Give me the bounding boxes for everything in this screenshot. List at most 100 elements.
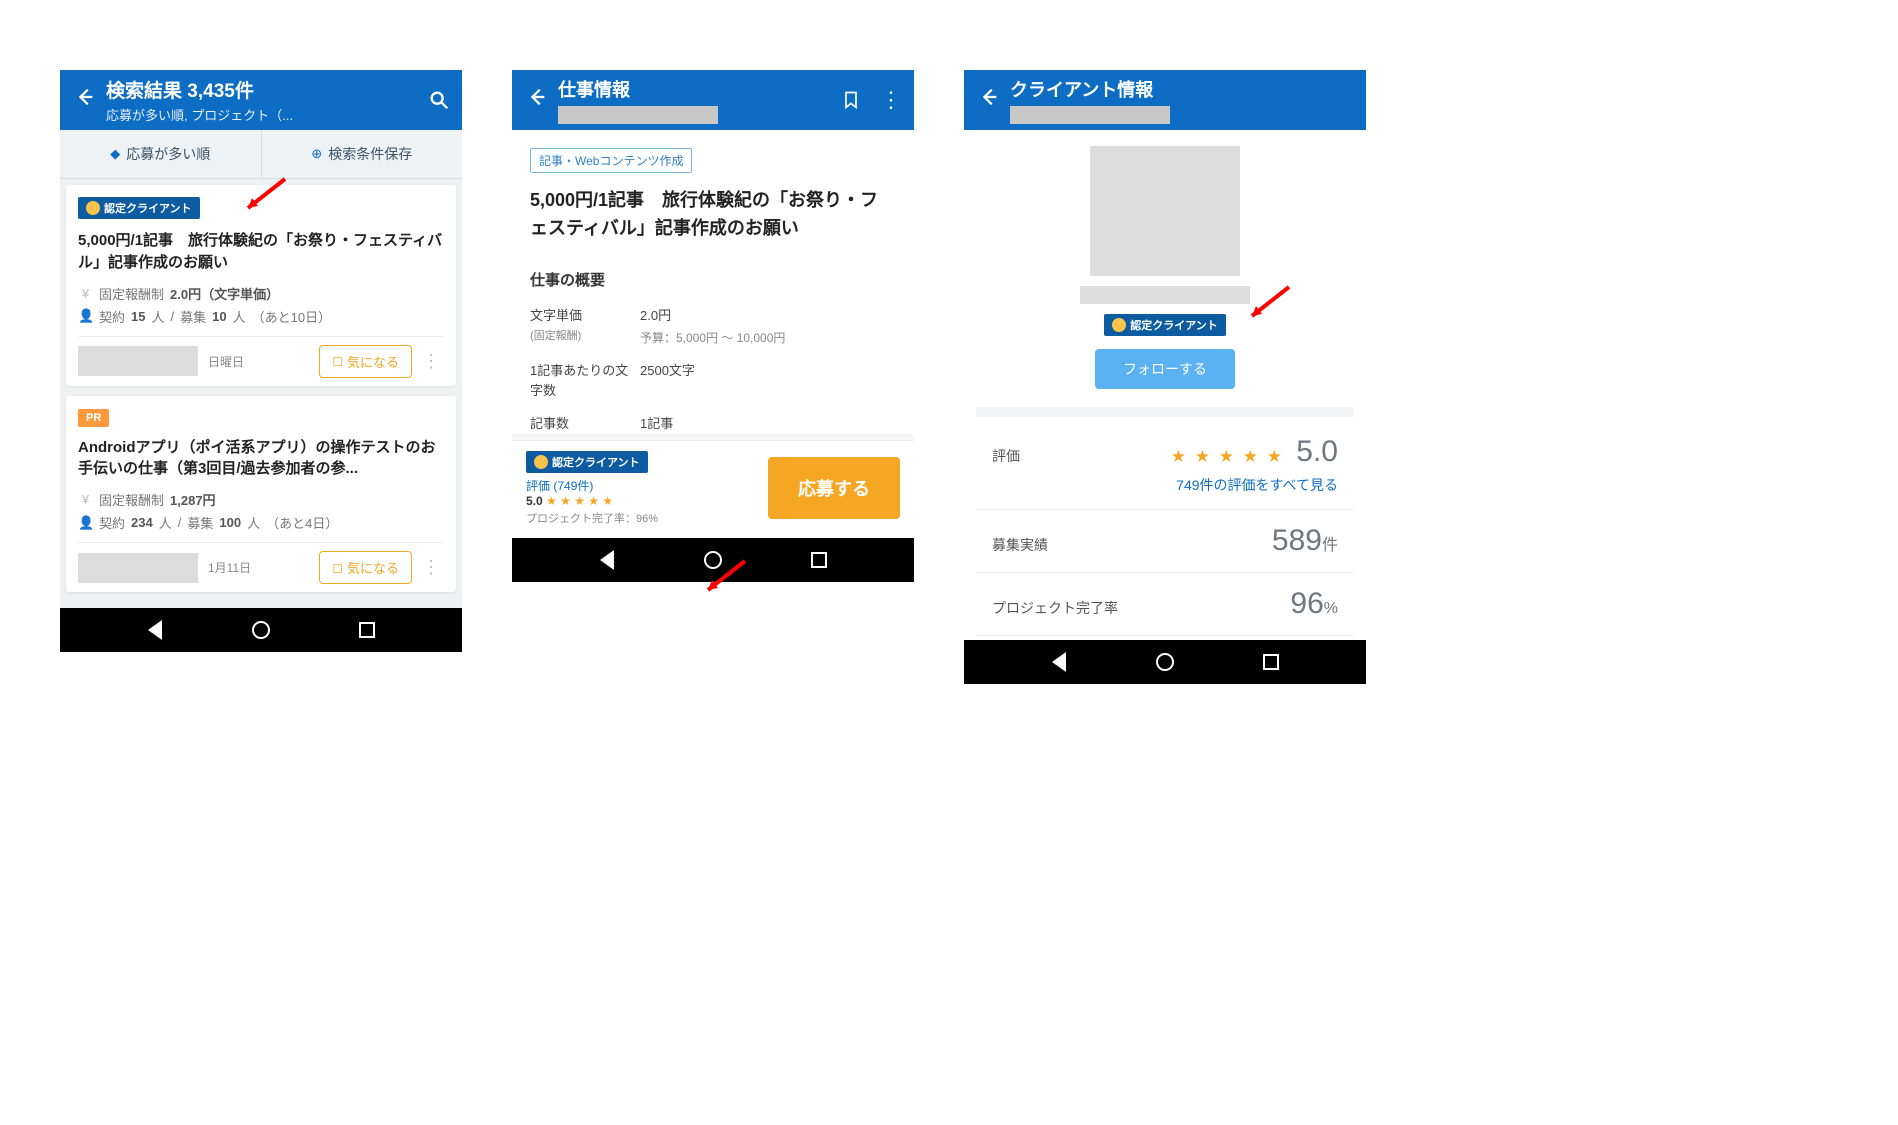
nav-back-icon[interactable]	[144, 619, 166, 641]
nav-home-icon[interactable]	[702, 549, 724, 571]
person-icon: 👤	[78, 515, 93, 531]
favorite-button[interactable]: ◻ 気になる	[319, 551, 412, 584]
pr-badge: PR	[78, 409, 109, 427]
person-icon: 👤	[78, 308, 93, 324]
recruit-count: 10	[212, 309, 226, 324]
spec-value: 2500文字	[640, 361, 896, 400]
bookmark-icon[interactable]	[838, 87, 864, 113]
all-reviews-link[interactable]: 749件の評価をすべて見る	[992, 475, 1338, 495]
contract-label: 契約	[99, 307, 125, 326]
plus-circle-icon: ⊕	[311, 146, 322, 162]
price-row: ¥ 固定報酬制 1,287円	[78, 490, 444, 509]
more-icon[interactable]: ⋮	[418, 557, 444, 578]
header-title-block: 検索結果 3,435件 応募が多い順, プロジェクト（...	[100, 76, 426, 124]
android-navbar	[512, 538, 914, 582]
results-list: 認定クライアント 5,000円/1記事 旅行体験紀の「お祭り・フェスティバル」記…	[60, 179, 462, 608]
nav-recent-icon[interactable]	[808, 549, 830, 571]
nav-recent-icon[interactable]	[356, 619, 378, 641]
more-icon[interactable]: ⋮	[418, 351, 444, 372]
category-tag[interactable]: 記事・Webコンテンツ作成	[530, 148, 692, 173]
back-icon[interactable]	[70, 86, 100, 115]
result-card[interactable]: PR Androidアプリ（ポイ活系アプリ）の操作テストのお手伝いの仕事（第3回…	[66, 396, 456, 593]
android-navbar	[964, 640, 1366, 684]
search-icon[interactable]	[426, 87, 452, 113]
recruit-row: 👤 契約 234 人 / 募集 100 人 （あと4日）	[78, 513, 444, 532]
completion-rate: プロジェクト完了率：96%	[526, 510, 754, 526]
rating-score: 5.0	[1296, 435, 1338, 468]
stat-recruited: 募集実績 589件	[976, 510, 1354, 573]
back-icon[interactable]	[522, 86, 552, 115]
stat-completion: プロジェクト完了率 96%	[976, 573, 1354, 636]
nav-recent-icon[interactable]	[1260, 651, 1282, 673]
sort-icon: ◆	[110, 146, 120, 162]
bookmark-icon: ◻	[332, 353, 343, 369]
price-label: 固定報酬制	[99, 490, 164, 509]
sort-button[interactable]: ◆ 応募が多い順	[60, 130, 262, 178]
more-icon[interactable]: ⋮	[878, 87, 904, 113]
follow-button[interactable]: フォローする	[1095, 349, 1235, 389]
job-title: Androidアプリ（ポイ活系アプリ）の操作テストのお手伝いの仕事（第3回目/過…	[78, 437, 444, 481]
spec-sublabel: (固定報酬)	[530, 330, 581, 342]
post-date: 1月11日	[208, 559, 251, 576]
back-icon[interactable]	[974, 86, 1004, 115]
badge-label: 認定クライアント	[104, 200, 192, 216]
badge-icon	[1112, 318, 1126, 332]
spec-label: 文字単価	[530, 308, 582, 323]
spec-row-charcount: 1記事あたりの文字数 2500文字	[530, 361, 896, 400]
spec-label: 記事数	[530, 414, 640, 434]
stat-label: 募集実績	[992, 535, 1048, 555]
job-title: 5,000円/1記事 旅行体験紀の「お祭り・フェスティバル」記事作成のお願い	[78, 230, 444, 274]
favorite-button[interactable]: ◻ 気になる	[319, 345, 412, 378]
header-subtitle-masked	[1010, 106, 1170, 124]
yen-icon: ¥	[78, 286, 93, 301]
client-thumb	[78, 346, 198, 376]
client-thumb	[78, 553, 198, 583]
client-mini[interactable]: 認定クライアント 評価 (749件) 5.0 ★ ★ ★ ★ ★ プロジェクト完…	[526, 451, 754, 526]
certified-client-badge: 認定クライアント	[78, 197, 200, 219]
action-bar: 認定クライアント 評価 (749件) 5.0 ★ ★ ★ ★ ★ プロジェクト完…	[512, 440, 914, 538]
avatar	[1090, 146, 1240, 276]
stars-icon: ★ ★ ★ ★ ★	[1171, 447, 1284, 466]
rating-link[interactable]: 評価 (749件)	[526, 477, 754, 494]
certified-client-badge: 認定クライアント	[1104, 314, 1226, 336]
yen-icon: ¥	[78, 492, 93, 507]
nav-back-icon[interactable]	[1048, 651, 1070, 673]
header-subtitle: 応募が多い順, プロジェクト（...	[106, 105, 426, 124]
badge-icon	[86, 201, 100, 215]
card-footer: 1月11日 ◻ 気になる ⋮	[78, 542, 444, 584]
job-body: 記事・Webコンテンツ作成 5,000円/1記事 旅行体験紀の「お祭り・フェステ…	[512, 130, 914, 434]
save-search-button[interactable]: ⊕ 検索条件保存	[262, 130, 463, 178]
result-card[interactable]: 認定クライアント 5,000円/1記事 旅行体験紀の「お祭り・フェスティバル」記…	[66, 185, 456, 386]
spec-row-price: 文字単価 (固定報酬) 2.0円 予算：5,000円 〜 10,000円	[530, 306, 896, 348]
spec-subvalue: 予算：5,000円 〜 10,000円	[640, 329, 896, 347]
nav-back-icon[interactable]	[596, 549, 618, 571]
deadline-text: （あと10日）	[252, 307, 331, 326]
screen-search-results: 検索結果 3,435件 応募が多い順, プロジェクト（... ◆ 応募が多い順 …	[60, 70, 462, 652]
job-title: 5,000円/1記事 旅行体験紀の「お祭り・フェスティバル」記事作成のお願い	[530, 187, 896, 243]
spec-value: 1記事	[640, 414, 896, 434]
stars-icon: ★ ★ ★ ★ ★	[546, 494, 613, 508]
post-date: 日曜日	[208, 353, 244, 370]
recruit-row: 👤 契約 15 人 / 募集 10 人 （あと10日）	[78, 307, 444, 326]
header-title: クライアント情報	[1010, 76, 1356, 102]
stat-rating[interactable]: 評価 ★ ★ ★ ★ ★ 5.0 749件の評価をすべて見る	[976, 417, 1354, 510]
spec-label: 1記事あたりの文字数	[530, 361, 640, 400]
header: 仕事情報 ⋮	[512, 70, 914, 130]
stat-sections: 評価 ★ ★ ★ ★ ★ 5.0 749件の評価をすべて見る 募集実績 589件…	[976, 407, 1354, 636]
header: クライアント情報	[964, 70, 1366, 130]
nav-home-icon[interactable]	[1154, 651, 1176, 673]
contract-count: 15	[131, 309, 145, 324]
header-subtitle-masked	[558, 106, 718, 124]
certified-client-badge: 認定クライアント	[526, 451, 648, 473]
android-navbar	[60, 608, 462, 652]
bookmark-icon: ◻	[332, 560, 343, 576]
apply-button[interactable]: 応募する	[768, 457, 900, 519]
nav-home-icon[interactable]	[250, 619, 272, 641]
header-title: 検索結果 3,435件	[106, 76, 426, 103]
price-row: ¥ 固定報酬制 2.0円（文字単価）	[78, 284, 444, 303]
badge-icon	[534, 455, 548, 469]
stat-label: プロジェクト完了率	[992, 598, 1118, 618]
screen-job-detail: 仕事情報 ⋮ 記事・Webコンテンツ作成 5,000円/1記事 旅行体験紀の「お…	[512, 70, 914, 582]
client-name-masked	[1080, 286, 1250, 304]
price-label: 固定報酬制	[99, 284, 164, 303]
